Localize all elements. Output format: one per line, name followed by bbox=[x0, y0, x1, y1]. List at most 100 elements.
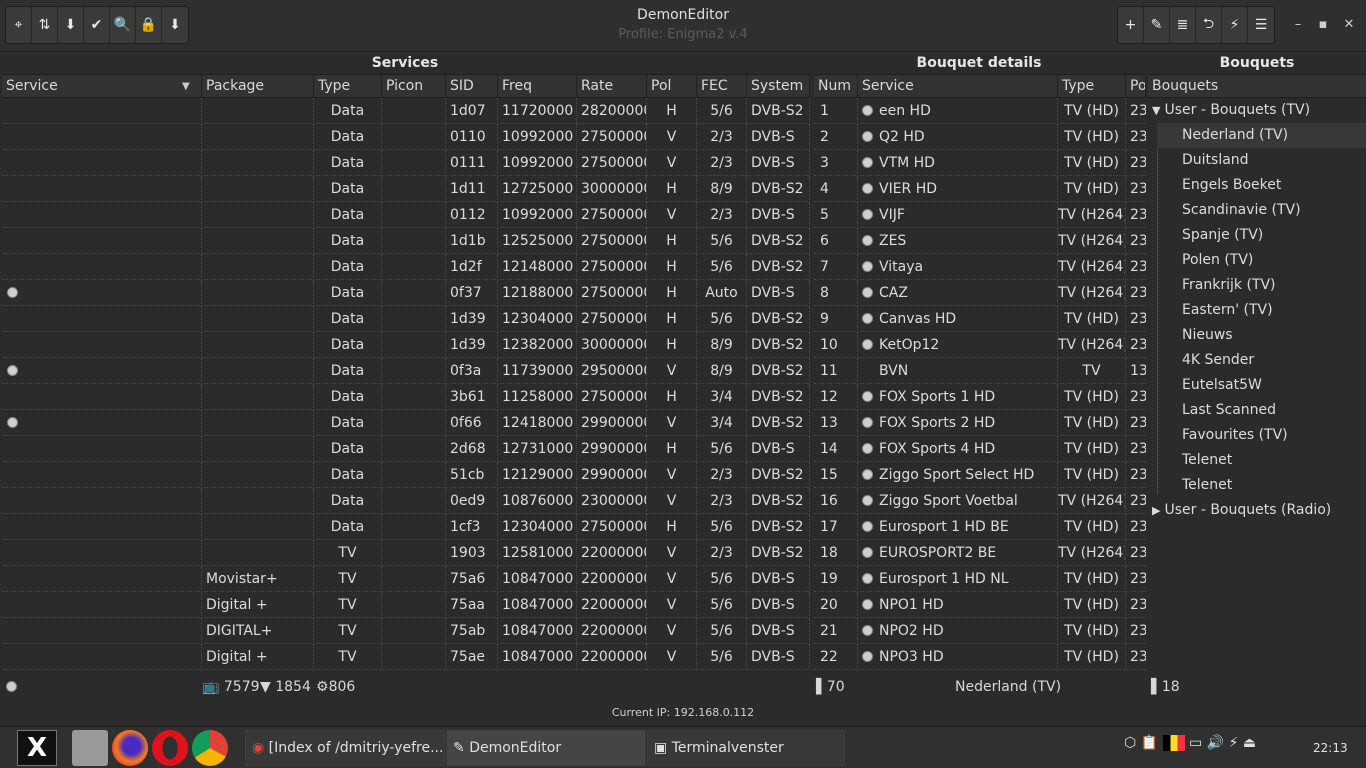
edit-button[interactable]: ✎ bbox=[1144, 7, 1170, 43]
column-header-freq[interactable]: Freq bbox=[498, 75, 577, 98]
remove-button[interactable]: ⮌ bbox=[1196, 7, 1222, 43]
service-row[interactable]: Data 51cb 12129000 29900000 V 2/3 DVB-S2 bbox=[2, 462, 810, 488]
bouquet-item[interactable]: Last Scanned bbox=[1157, 398, 1366, 423]
bouquet-item[interactable]: Telenet bbox=[1157, 473, 1366, 498]
service-row[interactable]: Digital + TV 75aa 10847000 22000000 V 5/6 DVB-S bbox=[2, 592, 810, 618]
column-header-picon[interactable]: Picon bbox=[382, 75, 446, 98]
list-button[interactable]: ≣ bbox=[1170, 7, 1196, 43]
display-icon[interactable]: ▭ bbox=[1189, 735, 1202, 751]
service-row[interactable]: DIGITAL+ TV 75ab 10847000 22000000 V 5/6 DVB-S bbox=[2, 618, 810, 644]
bouquet-row[interactable]: 10 KetOp12 TV (H264) 23 bbox=[814, 332, 1146, 358]
bouquet-row[interactable]: 22 NPO3 HD TV (HD) 23 bbox=[814, 644, 1146, 670]
bouquet-item[interactable]: Nieuws bbox=[1157, 323, 1366, 348]
bouquet-row[interactable]: 12 FOX Sports 1 HD TV (HD) 23 bbox=[814, 384, 1146, 410]
bouquet-row[interactable]: 4 VIER HD TV (HD) 23 bbox=[814, 176, 1146, 202]
bouquet-row[interactable]: 1 een HD TV (HD) 23 bbox=[814, 98, 1146, 124]
column-header-rate[interactable]: Rate bbox=[577, 75, 647, 98]
bouquet-row[interactable]: 21 NPO2 HD TV (HD) 23 bbox=[814, 618, 1146, 644]
bouquet-item[interactable]: Nederland (TV) bbox=[1157, 123, 1366, 148]
bouquet-row[interactable]: 9 Canvas HD TV (HD) 23 bbox=[814, 306, 1146, 332]
column-header-package[interactable]: Package bbox=[202, 75, 314, 98]
bouquet-item[interactable]: Favourites (TV) bbox=[1157, 423, 1366, 448]
service-row[interactable]: Data 0f66 12418000 29900000 V 3/4 DVB-S2 bbox=[2, 410, 810, 436]
bouquet-row[interactable]: 6 ZES TV (H264) 23 bbox=[814, 228, 1146, 254]
bouquet-row[interactable]: 18 EUROSPORT2 BE TV (H264) 23 bbox=[814, 540, 1146, 566]
column-header-sid[interactable]: SID bbox=[446, 75, 498, 98]
bouquet-row[interactable]: 5 VIJF TV (H264) 23 bbox=[814, 202, 1146, 228]
service-row[interactable]: Data 1d07 11720000 28200000 H 5/6 DVB-S2 bbox=[2, 98, 810, 124]
bouquet-row[interactable]: 11 BVN TV 13 bbox=[814, 358, 1146, 384]
bouquet-item[interactable]: Duitsland bbox=[1157, 148, 1366, 173]
bouquet-row[interactable]: 8 CAZ TV (H264) 23 bbox=[814, 280, 1146, 306]
service-row[interactable]: Data 1d11 12725000 30000000 H 8/9 DVB-S2 bbox=[2, 176, 810, 202]
bouquet-column-pos[interactable]: Pos bbox=[1126, 75, 1146, 98]
taskbar-app-demoneditor[interactable]: ✎ DemonEditor bbox=[446, 730, 646, 766]
services-list[interactable]: Data 1d07 11720000 28200000 H 5/6 DVB-S2 Data 01… bbox=[2, 98, 810, 672]
x-menu-icon[interactable]: X bbox=[17, 730, 57, 766]
service-row[interactable]: Data 1cf3 12304000 27500000 H 5/6 DVB-S2 bbox=[2, 514, 810, 540]
bouquet-item[interactable]: Frankrijk (TV) bbox=[1157, 273, 1366, 298]
bouquet-row[interactable]: 17 Eurosport 1 HD BE TV (HD) 23 bbox=[814, 514, 1146, 540]
bouquets-column-header[interactable]: Bouquets bbox=[1148, 75, 1366, 98]
bouquet-row[interactable]: 7 Vitaya TV (H264) 23 bbox=[814, 254, 1146, 280]
bouquet-item[interactable]: Scandinavie (TV) bbox=[1157, 198, 1366, 223]
service-row[interactable]: Data 0ed9 10876000 23000000 V 2/3 DVB-S2 bbox=[2, 488, 810, 514]
chrome-icon[interactable] bbox=[192, 730, 228, 766]
column-header-type[interactable]: Type bbox=[314, 75, 382, 98]
column-header-fec[interactable]: FEC bbox=[697, 75, 747, 98]
package-icon[interactable]: ⬡ bbox=[1124, 735, 1136, 751]
bouquet-row[interactable]: 14 FOX Sports 4 HD TV (HD) 23 bbox=[814, 436, 1146, 462]
maximize-button[interactable]: ▪ bbox=[1313, 15, 1333, 35]
column-header-pol[interactable]: Pol bbox=[647, 75, 697, 98]
eject-icon[interactable]: ⏏ bbox=[1243, 735, 1256, 751]
service-row[interactable]: Data 0f3a 11739000 29500000 V 8/9 DVB-S2 bbox=[2, 358, 810, 384]
service-row[interactable]: Data 1d39 12304000 27500000 H 5/6 DVB-S2 bbox=[2, 306, 810, 332]
bouquet-item[interactable]: Eastern' (TV) bbox=[1157, 298, 1366, 323]
bouquet-item[interactable]: Eutelsat5W bbox=[1157, 373, 1366, 398]
taskbar-app-terminal[interactable]: ▣ Terminalvenster bbox=[647, 730, 845, 766]
service-row[interactable]: Data 1d2f 12148000 27500000 H 5/6 DVB-S2 bbox=[2, 254, 810, 280]
bouquet-row[interactable]: 2 Q2 HD TV (HD) 23 bbox=[814, 124, 1146, 150]
bouquet-row[interactable]: 3 VTM HD TV (HD) 23 bbox=[814, 150, 1146, 176]
bouquet-column-service[interactable]: Service bbox=[858, 75, 1058, 98]
bouquet-row[interactable]: 19 Eurosport 1 HD NL TV (HD) 23 bbox=[814, 566, 1146, 592]
column-header-system[interactable]: System bbox=[747, 75, 810, 98]
service-row[interactable]: Data 1d39 12382000 30000000 H 8/9 DVB-S2 bbox=[2, 332, 810, 358]
expand-right-icon[interactable]: ▶ bbox=[1152, 504, 1160, 517]
power-icon[interactable]: ⚡ bbox=[1229, 735, 1239, 751]
new-bouquet-button[interactable]: + bbox=[1118, 7, 1144, 43]
service-row[interactable]: Data 0110 10992000 27500000 V 2/3 DVB-S bbox=[2, 124, 810, 150]
minimize-button[interactable]: – bbox=[1288, 15, 1308, 35]
bouquet-row[interactable]: 16 Ziggo Sport Voetbal TV (H264) 23 bbox=[814, 488, 1146, 514]
volume-icon[interactable]: 🔊 bbox=[1207, 735, 1224, 751]
taskbar-app-browser[interactable]: ◉ [Index of /dmitriy-yefre... bbox=[245, 730, 445, 766]
bouquet-item[interactable]: Polen (TV) bbox=[1157, 248, 1366, 273]
service-row[interactable]: Data 0112 10992000 27500000 V 2/3 DVB-S bbox=[2, 202, 810, 228]
service-row[interactable]: Data 0111 10992000 27500000 V 2/3 DVB-S bbox=[2, 150, 810, 176]
service-row[interactable]: Digital + TV 75ae 10847000 22000000 V 5/6 DVB-S bbox=[2, 644, 810, 670]
opera-icon[interactable] bbox=[152, 730, 188, 766]
bouquet-column-type[interactable]: Type bbox=[1058, 75, 1126, 98]
bouquet-row[interactable]: 13 FOX Sports 2 HD TV (HD) 23 bbox=[814, 410, 1146, 436]
bouquet-list[interactable]: 1 een HD TV (HD) 23 2 Q2 HD TV (HD) 23 3 VTM HD TV… bbox=[814, 98, 1146, 672]
bouquet-row[interactable]: 20 NPO1 HD TV (HD) 23 bbox=[814, 592, 1146, 618]
bouquet-item[interactable]: 4K Sender bbox=[1157, 348, 1366, 373]
expand-down-icon[interactable]: ▼ bbox=[1152, 104, 1160, 117]
service-row[interactable]: Movistar+ TV 75a6 10847000 22000000 V 5/6 DVB-S bbox=[2, 566, 810, 592]
close-button[interactable]: ✕ bbox=[1339, 15, 1359, 35]
bouquet-row[interactable]: 15 Ziggo Sport Select HD TV (HD) 23 bbox=[814, 462, 1146, 488]
tree-group-radio[interactable]: ▶ User - Bouquets (Radio) bbox=[1152, 498, 1331, 523]
service-row[interactable]: Data 2d68 12731000 29900000 H 5/6 DVB-S bbox=[2, 436, 810, 462]
bouquet-item[interactable]: Engels Boeket bbox=[1157, 173, 1366, 198]
file-manager-icon[interactable] bbox=[72, 730, 108, 766]
column-header-service[interactable]: Service bbox=[2, 75, 202, 98]
clipboard-icon[interactable]: 📋 bbox=[1141, 735, 1158, 751]
service-row[interactable]: TV 1903 12581000 22000000 V 2/3 DVB-S2 bbox=[2, 540, 810, 566]
satellite-button[interactable]: ⚡ bbox=[1222, 7, 1248, 43]
bouquet-item[interactable]: Spanje (TV) bbox=[1157, 223, 1366, 248]
service-row[interactable]: Data 3b61 11258000 27500000 H 3/4 DVB-S2 bbox=[2, 384, 810, 410]
belgium-flag-icon[interactable] bbox=[1162, 735, 1185, 751]
service-row[interactable]: Data 1d1b 12525000 27500000 H 5/6 DVB-S2 bbox=[2, 228, 810, 254]
tree-group-tv[interactable]: ▼ User - Bouquets (TV) bbox=[1152, 98, 1310, 123]
firefox-icon[interactable] bbox=[112, 730, 148, 766]
